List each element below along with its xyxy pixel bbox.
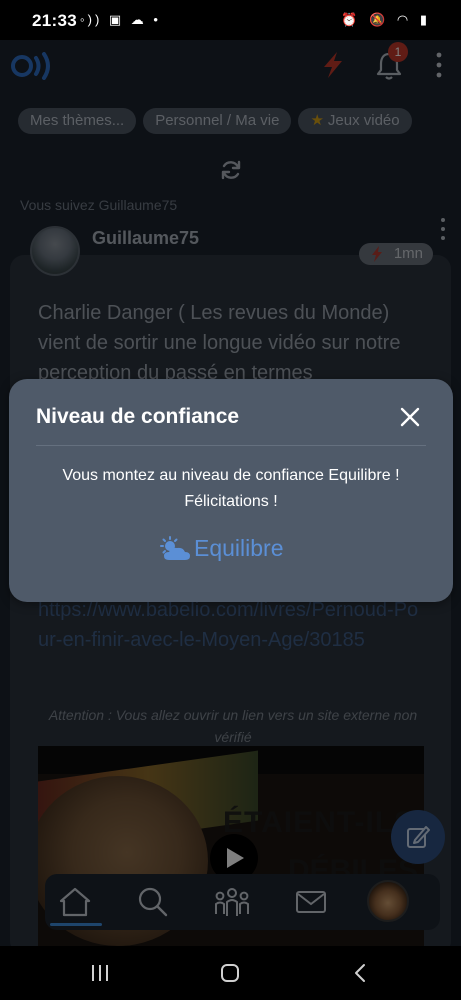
recent-apps-icon[interactable] [90, 964, 110, 982]
dialog-title: Niveau de confiance [36, 405, 240, 428]
status-bar: 21:33 ◦)) ▣ ☁ • ⏰ 🔕 ◠ ▮ [0, 0, 461, 40]
status-time: 21:33 [32, 11, 77, 30]
system-home-icon[interactable] [220, 963, 240, 983]
system-nav-bar [0, 946, 461, 1000]
sun-cloud-icon [160, 536, 190, 560]
screen: 21:33 ◦)) ▣ ☁ • ⏰ 🔕 ◠ ▮ 1 Mes thèmes...P… [0, 0, 461, 1000]
dialog-message: Vous montez au niveau de confiance Equil… [62, 467, 400, 510]
back-icon[interactable] [353, 963, 367, 983]
status-right-icons: ⏰ 🔕 ◠ ▮ [341, 12, 431, 27]
dialog-divider [36, 445, 426, 446]
status-left-icons: ◦)) ▣ ☁ • [80, 12, 161, 27]
trust-level-label: Equilibre [194, 535, 284, 561]
trust-level-dialog: Niveau de confiance Vous montez au nivea… [9, 379, 453, 602]
close-icon[interactable] [398, 405, 422, 429]
